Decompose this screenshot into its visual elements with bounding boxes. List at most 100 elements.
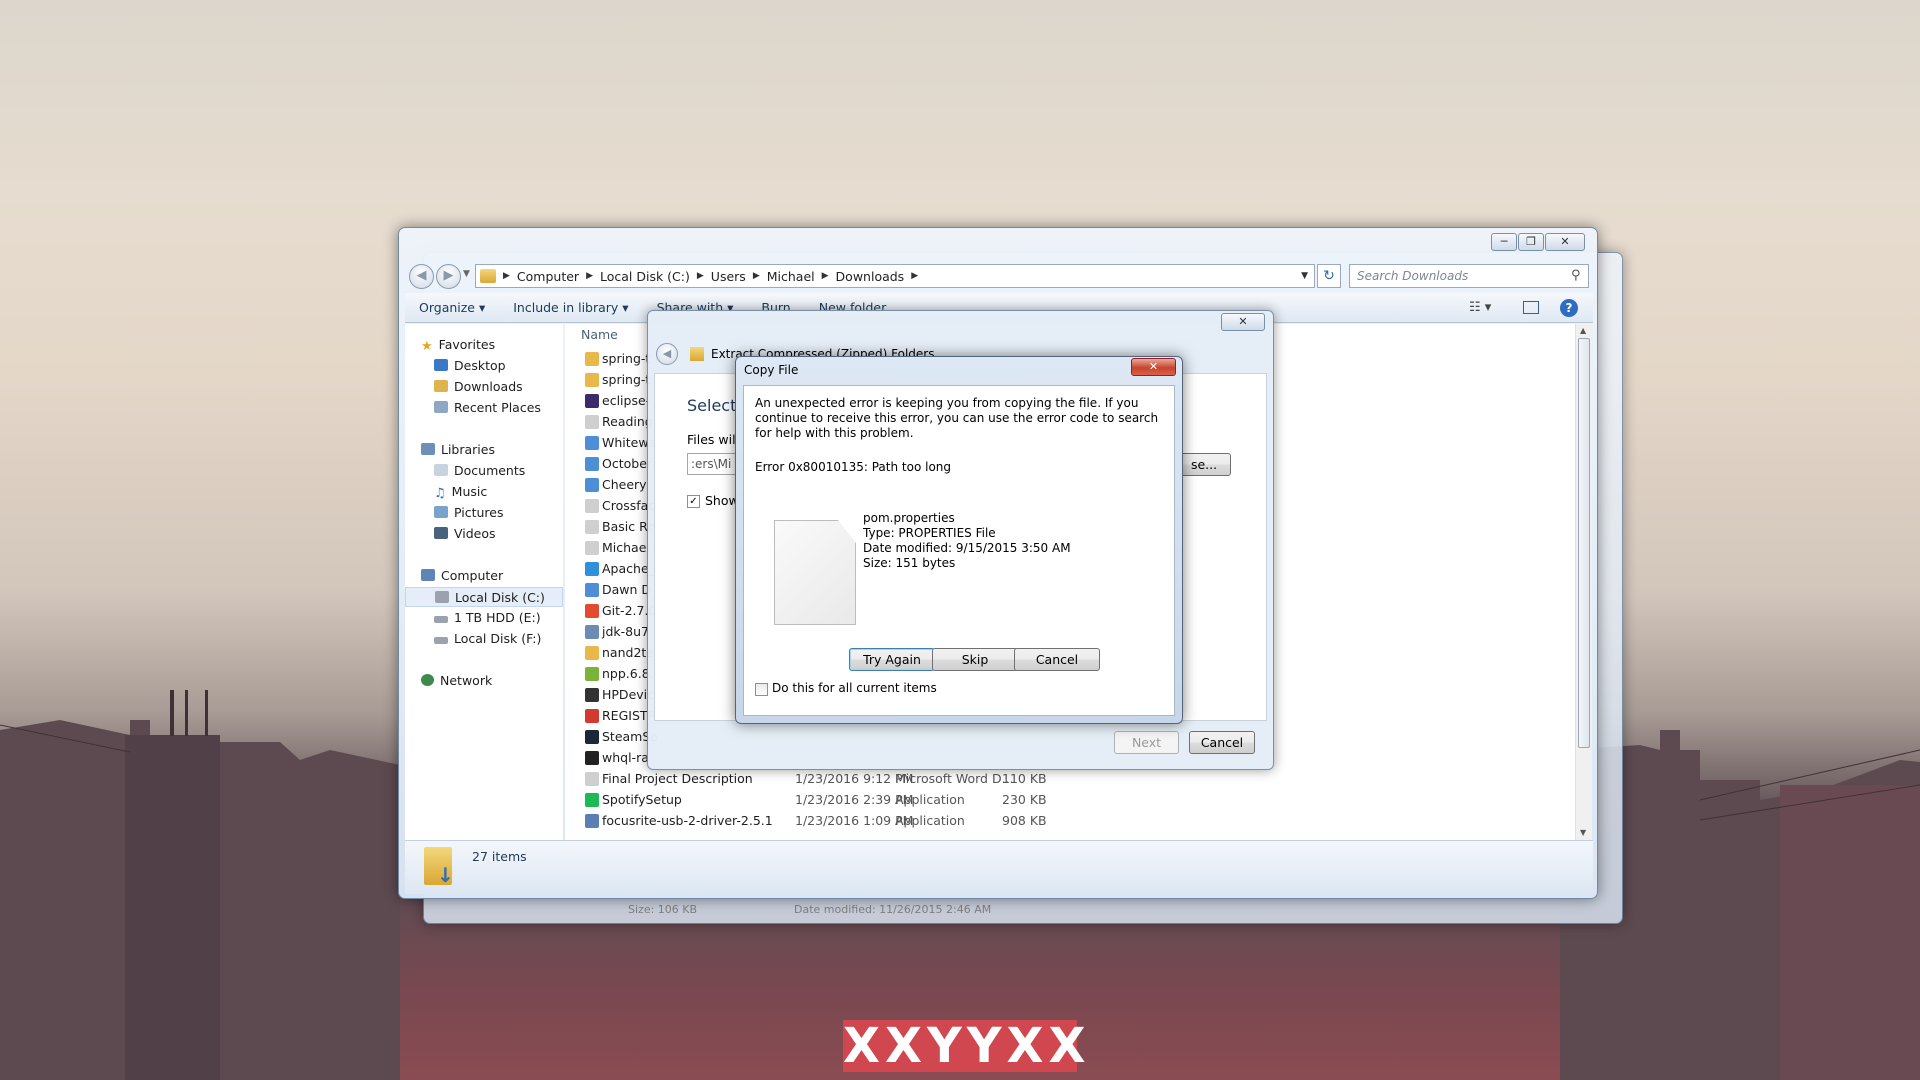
view-options-icon[interactable]: ☷ ▾: [1469, 300, 1491, 315]
breadcrumb-separator-icon: ▶: [821, 271, 829, 281]
help-icon[interactable]: ?: [1560, 298, 1578, 317]
file-icon: [585, 373, 599, 387]
file-icon: [585, 772, 599, 786]
skip-button[interactable]: Skip: [932, 648, 1018, 671]
network-icon: [421, 674, 434, 686]
breadcrumb-michael[interactable]: Michael: [763, 269, 819, 284]
videos-icon: [434, 527, 448, 539]
breadcrumb-users[interactable]: Users: [707, 269, 750, 284]
file-name: Michael: [602, 540, 650, 555]
back-button[interactable]: ◀: [409, 264, 434, 289]
nav-favorites-label: Favorites: [438, 337, 496, 352]
preview-pane-icon[interactable]: [1523, 301, 1539, 314]
copy-dialog-close-button[interactable]: ✕: [1131, 358, 1176, 376]
search-input[interactable]: Search Downloads: [1349, 264, 1589, 288]
nav-music[interactable]: ♫ Music: [434, 482, 487, 502]
nav-documents[interactable]: Documents: [434, 461, 525, 481]
extract-show-label: Show: [705, 493, 739, 508]
extract-next-button[interactable]: Next: [1114, 731, 1179, 754]
file-row[interactable]: SpotifySetup 1/23/2016 2:39 PM Application…: [565, 789, 1575, 810]
nav-downloads[interactable]: Downloads: [434, 377, 523, 397]
include-in-library-menu[interactable]: Include in library ▾: [499, 300, 642, 315]
address-dropdown-chevron-icon[interactable]: ▼: [1301, 271, 1308, 281]
extract-show-checkbox[interactable]: ✓: [687, 495, 700, 508]
folder-icon: [480, 269, 496, 283]
extract-back-button[interactable]: ◀: [656, 343, 678, 365]
scroll-up-icon[interactable]: ▲: [1580, 326, 1586, 335]
forward-button[interactable]: ▶: [436, 264, 461, 289]
extract-cancel-button[interactable]: Cancel: [1189, 731, 1255, 754]
file-icon: [585, 436, 599, 450]
file-name: Final Project Description: [602, 771, 753, 786]
nav-recent-places[interactable]: Recent Places: [434, 398, 541, 418]
file-name: spring-t: [602, 351, 651, 366]
nav-videos[interactable]: Videos: [434, 524, 496, 544]
extract-close-button[interactable]: ✕: [1221, 313, 1265, 331]
nav-favorites[interactable]: ★ Favorites: [421, 335, 495, 355]
nav-computer[interactable]: Computer: [421, 566, 503, 586]
vertical-scrollbar[interactable]: ▲ ▼: [1575, 324, 1592, 840]
breadcrumb-separator-icon: ▶: [586, 271, 593, 281]
scrollbar-thumb[interactable]: [1578, 338, 1590, 748]
breadcrumb-separator-icon: ▶: [503, 271, 510, 281]
file-row[interactable]: Final Project Description 1/23/2016 9:12 …: [565, 768, 1575, 789]
file-name: whql-ra: [602, 750, 649, 765]
file-name: SpotifySetup: [602, 792, 682, 807]
nav-pictures[interactable]: Pictures: [434, 503, 504, 523]
nav-downloads-label: Downloads: [454, 379, 523, 394]
nav-network[interactable]: Network: [421, 671, 492, 691]
minimize-button[interactable]: ─: [1491, 233, 1517, 251]
file-icon: [585, 688, 599, 702]
column-header-name[interactable]: Name: [581, 327, 618, 342]
pictures-icon: [434, 506, 448, 518]
file-name: eclipse-: [602, 393, 651, 408]
drive-icon: [435, 591, 449, 603]
organize-menu[interactable]: Organize ▾: [405, 300, 499, 315]
nav-local-disk-c-label: Local Disk (C:): [455, 590, 545, 605]
copy-dialog-title: Copy File: [744, 363, 799, 377]
file-icon: [585, 520, 599, 534]
close-window-button[interactable]: ✕: [1545, 233, 1585, 251]
file-icon: [585, 667, 599, 681]
nav-pictures-label: Pictures: [454, 505, 504, 520]
nav-videos-label: Videos: [454, 526, 496, 541]
scroll-down-icon[interactable]: ▼: [1580, 828, 1586, 837]
breadcrumb-local-disk[interactable]: Local Disk (C:): [596, 269, 694, 284]
nav-local-disk-f[interactable]: Local Disk (F:): [434, 629, 541, 649]
nav-music-label: Music: [451, 484, 488, 499]
background-footer-size: Size: 106 KB: [628, 903, 698, 916]
file-icon: [585, 793, 599, 807]
cancel-button[interactable]: Cancel: [1014, 648, 1100, 671]
navigation-pane: ★ Favorites Desktop Downloads Recent Plac…: [405, 324, 563, 840]
file-type: Application: [895, 792, 965, 807]
nav-hdd-e[interactable]: 1 TB HDD (E:): [434, 608, 541, 628]
extract-files-label: Files will: [687, 432, 740, 447]
breadcrumb-computer[interactable]: Computer: [513, 269, 583, 284]
background-window-footer: Size: 106 KB Date modified: 11/26/2015 2…: [424, 899, 1622, 923]
background-footer-date: Date modified: 11/26/2015 2:46 AM: [794, 903, 992, 916]
file-icon: [585, 541, 599, 555]
do-this-for-all-checkbox[interactable]: [755, 683, 768, 696]
try-again-button[interactable]: Try Again: [849, 648, 935, 671]
nav-desktop[interactable]: Desktop: [434, 356, 506, 376]
nav-documents-label: Documents: [454, 463, 526, 478]
recent-pages-chevron-icon[interactable]: ▼: [463, 269, 470, 279]
file-name: npp.6.8.: [602, 666, 654, 681]
nav-recent-places-label: Recent Places: [454, 400, 541, 415]
download-arrow-icon: ↓: [437, 863, 454, 887]
copy-file-dialog[interactable]: Copy File ✕ An unexpected error is keepi…: [735, 356, 1183, 724]
file-icon: [585, 583, 599, 597]
drive-icon: [434, 616, 448, 623]
refresh-button[interactable]: ↻: [1317, 264, 1341, 288]
nav-libraries[interactable]: Libraries: [421, 440, 495, 460]
copy-dialog-content: An unexpected error is keeping you from …: [743, 385, 1175, 716]
address-bar[interactable]: ▶ Computer ▶ Local Disk (C:) ▶ Users ▶ M…: [475, 264, 1315, 288]
organize-label: Organize: [419, 300, 475, 315]
restore-button[interactable]: ❐: [1518, 233, 1544, 251]
file-row[interactable]: focusrite-usb-2-driver-2.5.1 1/23/2016 1:…: [565, 810, 1575, 831]
nav-network-label: Network: [440, 673, 493, 688]
nav-local-disk-c[interactable]: Local Disk (C:): [405, 587, 563, 607]
breadcrumb-downloads[interactable]: Downloads: [832, 269, 909, 284]
extract-browse-button[interactable]: se...: [1177, 453, 1231, 476]
file-icon: [585, 751, 599, 765]
